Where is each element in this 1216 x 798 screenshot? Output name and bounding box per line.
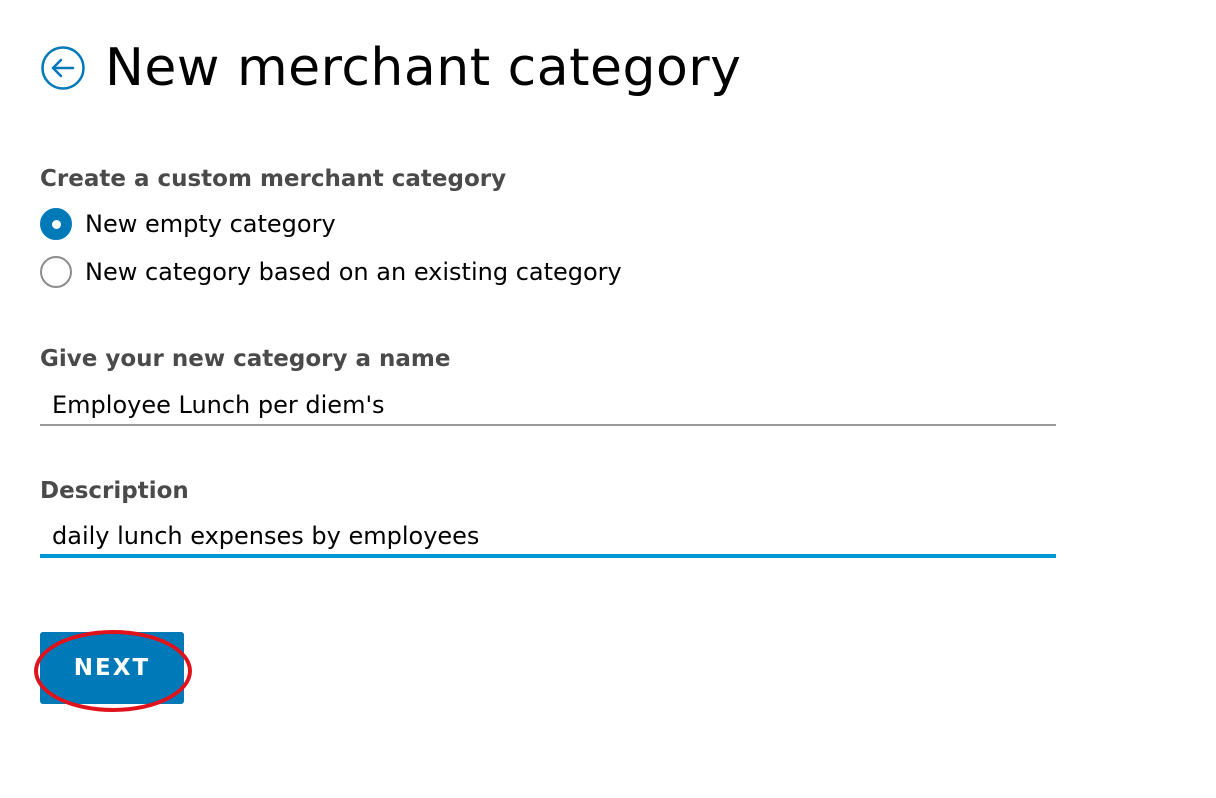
description-input[interactable] — [40, 518, 1056, 558]
category-type-label: Create a custom merchant category — [40, 166, 507, 192]
radio-option-label: New category based on an existing catego… — [85, 258, 622, 286]
radio-based-on-existing-category[interactable]: New category based on an existing catego… — [40, 256, 622, 288]
category-name-input[interactable] — [40, 386, 1056, 426]
next-button[interactable]: NEXT — [40, 632, 184, 704]
name-field-label: Give your new category a name — [40, 346, 451, 372]
page-title: New merchant category — [105, 38, 742, 98]
radio-unselected-indicator[interactable] — [40, 256, 72, 288]
back-button[interactable] — [40, 45, 86, 91]
radio-new-empty-category[interactable]: New empty category — [40, 208, 336, 240]
radio-option-label: New empty category — [85, 210, 336, 238]
arrow-left-circle-icon — [41, 46, 85, 90]
page-header: New merchant category — [40, 28, 741, 108]
description-field-label: Description — [40, 478, 189, 504]
radio-selected-indicator[interactable] — [40, 208, 72, 240]
